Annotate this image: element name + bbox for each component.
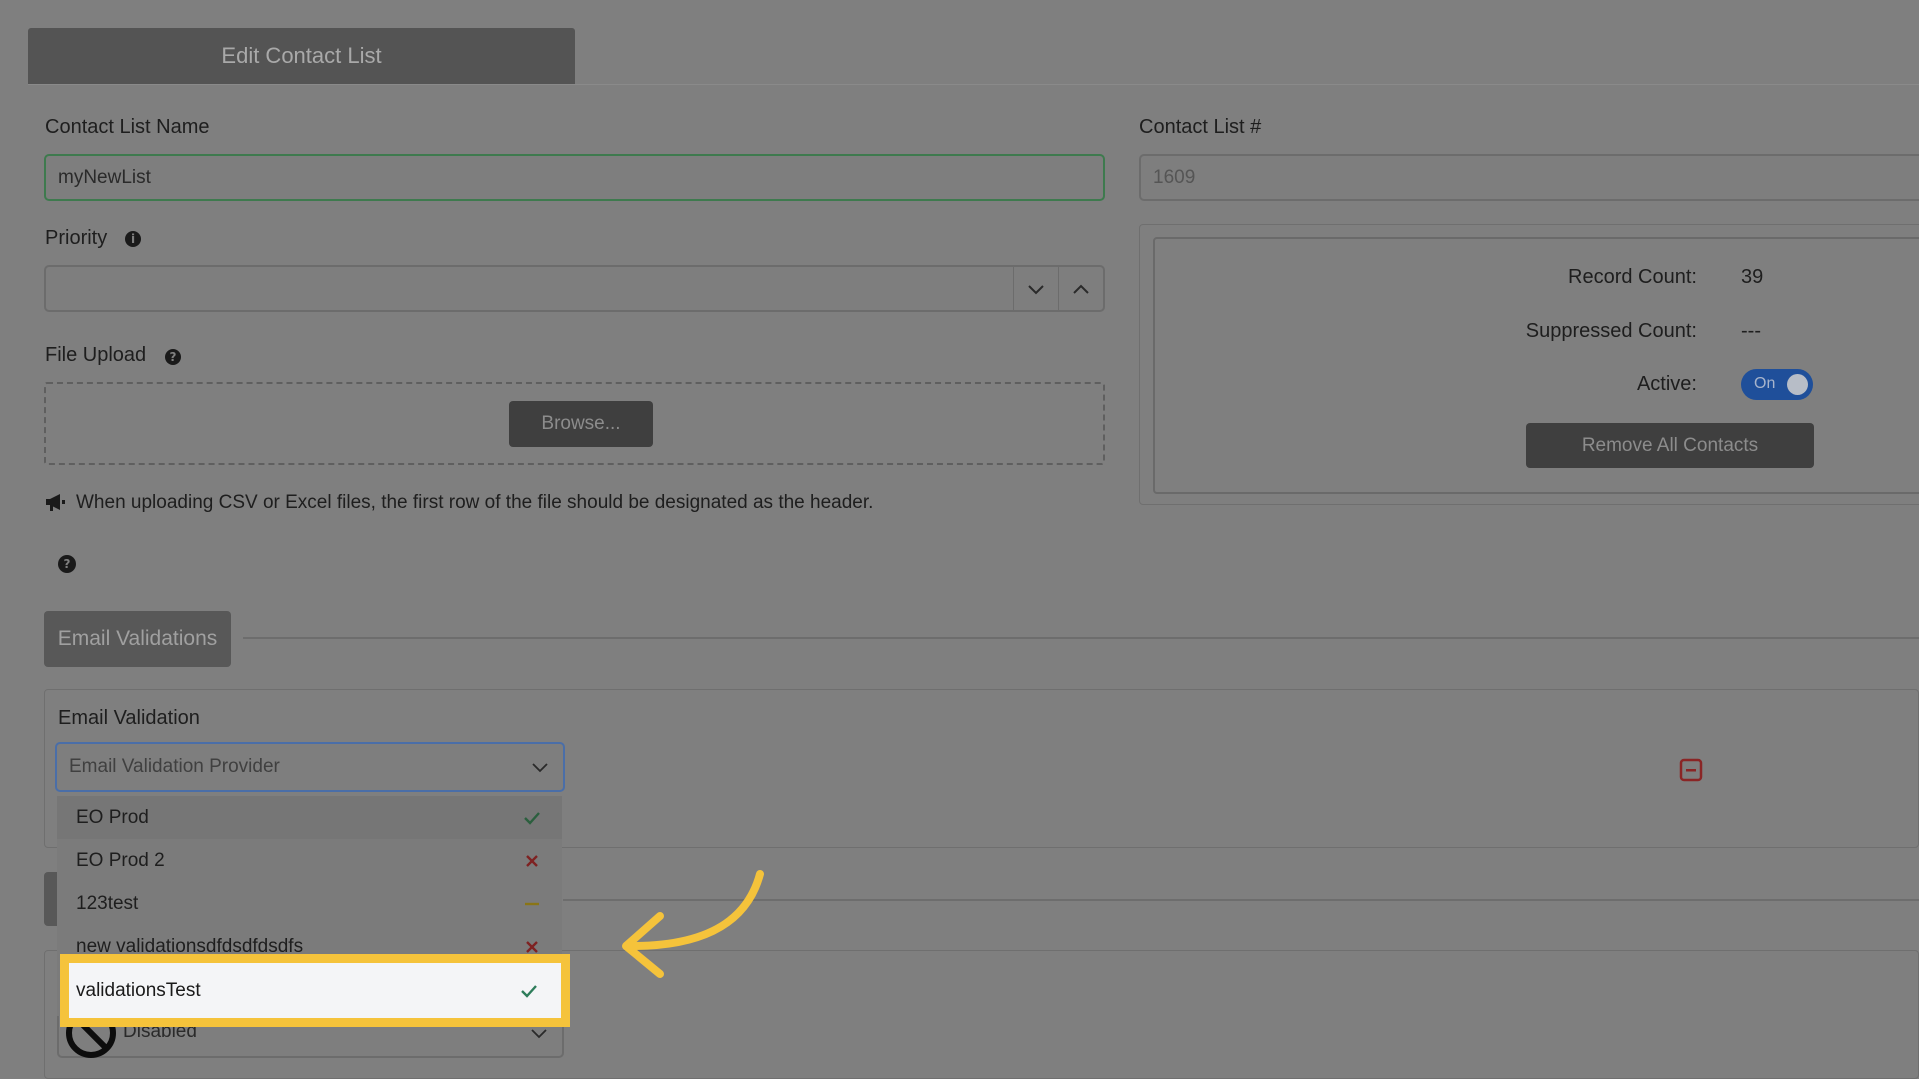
check-icon xyxy=(521,985,537,998)
remove-all-contacts-button[interactable]: Remove All Contacts xyxy=(1526,423,1814,468)
active-toggle[interactable]: On xyxy=(1741,369,1813,400)
email-validation-select[interactable]: Email Validation Provider xyxy=(55,742,565,792)
toggle-knob xyxy=(1787,374,1808,395)
toggle-label: On xyxy=(1754,375,1776,392)
header-divider xyxy=(28,84,1919,85)
email-validations-section-tab[interactable]: Email Validations xyxy=(44,611,231,667)
help-icon[interactable]: ? xyxy=(58,555,76,573)
file-upload-help-icon[interactable]: ? xyxy=(165,349,181,365)
chevron-down-icon[interactable] xyxy=(1013,267,1058,310)
check-icon xyxy=(524,812,540,825)
chevron-down-icon xyxy=(531,1029,547,1039)
list-name-input[interactable]: myNewList xyxy=(44,154,1105,201)
remove-row-icon[interactable] xyxy=(1679,758,1703,782)
suppressed-count-label: Suppressed Count: xyxy=(1525,320,1697,342)
list-name-value: myNewList xyxy=(58,166,151,188)
email-validation-label: Email Validation xyxy=(58,707,200,729)
dropdown-option[interactable]: EO Prod 2 xyxy=(57,839,562,882)
megaphone-icon xyxy=(46,494,65,511)
chevron-up-icon[interactable] xyxy=(1058,267,1103,310)
section-divider xyxy=(243,637,1919,639)
dropdown-option[interactable]: EO Prod xyxy=(57,796,562,839)
file-upload-label: File Upload xyxy=(45,344,147,366)
suppressed-count-value: --- xyxy=(1741,320,1761,342)
browse-button[interactable]: Browse... xyxy=(509,401,653,447)
priority-stepper[interactable] xyxy=(44,265,1105,312)
dropdown-option[interactable]: 123test xyxy=(57,882,562,925)
priority-info-icon[interactable]: i xyxy=(125,231,141,247)
panel-title: Edit Contact List xyxy=(28,28,575,84)
active-label: Active: xyxy=(1636,373,1697,395)
upload-note: When uploading CSV or Excel files, the f… xyxy=(76,492,874,513)
record-count-label: Record Count: xyxy=(1568,266,1697,288)
list-name-label: Contact List Name xyxy=(45,116,210,138)
callout-arrow-icon xyxy=(622,870,764,978)
email-validation-placeholder: Email Validation Provider xyxy=(69,756,280,777)
priority-label: Priority xyxy=(45,227,108,249)
dash-icon xyxy=(525,902,539,906)
chevron-down-icon xyxy=(532,763,548,773)
list-number-label: Contact List # xyxy=(1139,116,1262,138)
x-icon xyxy=(526,855,538,867)
dropdown-option-selected[interactable]: validationsTest xyxy=(69,969,561,1012)
list-number-value: 1609 xyxy=(1153,166,1196,188)
record-count-value: 39 xyxy=(1741,266,1764,288)
list-number-input: 1609 xyxy=(1139,154,1919,201)
